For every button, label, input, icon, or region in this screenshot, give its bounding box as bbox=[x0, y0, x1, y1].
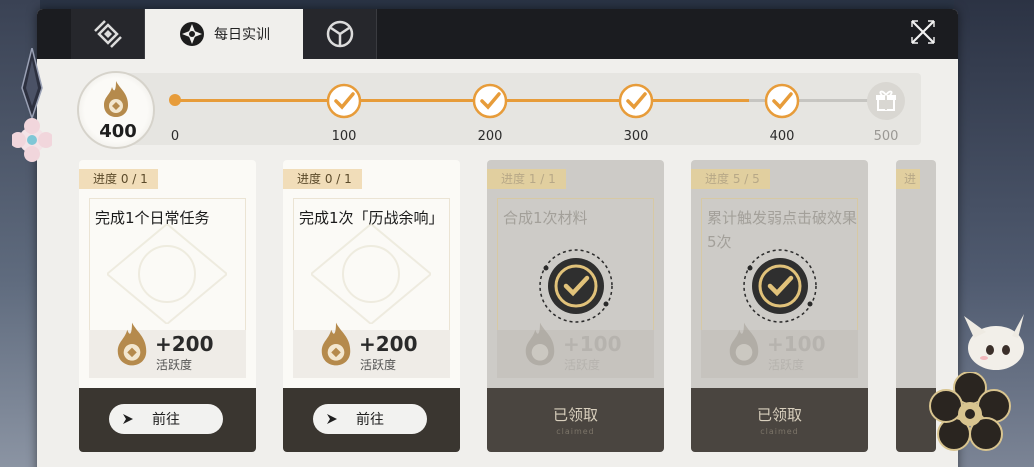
reward-name: 活跃度 bbox=[360, 358, 397, 372]
activity-current-value: 400 bbox=[99, 121, 137, 142]
task-title: 完成1个日常任务 bbox=[95, 209, 210, 227]
reward-amount: +100 bbox=[767, 332, 826, 356]
daily-training-icon bbox=[180, 22, 204, 46]
milestone-300-check bbox=[618, 83, 654, 119]
milestone-label-200: 200 bbox=[477, 129, 503, 144]
gift-icon bbox=[876, 90, 896, 111]
daily-training-panel: 每日实训 400 0 100 200 300 400 500 进度 0 / 1 … bbox=[37, 9, 958, 467]
claimed-button-label: 已领取 bbox=[756, 406, 802, 424]
right-flower-decoration bbox=[928, 371, 1012, 467]
reward-name: 活跃度 bbox=[768, 358, 805, 372]
reward-amount: +200 bbox=[155, 332, 214, 356]
go-button-label: 前往 bbox=[152, 412, 180, 428]
activity-flame-icon bbox=[729, 322, 759, 366]
milestone-label-300: 300 bbox=[623, 129, 649, 144]
milestone-100-check bbox=[326, 83, 362, 119]
tab-bar: 每日实训 bbox=[37, 9, 958, 59]
task-card: 进度 5 / 5 累计触发弱点击破效果5次 +100 活跃度 已领取 claim… bbox=[691, 160, 868, 452]
right-creature-decoration bbox=[960, 308, 1030, 378]
activity-flame-icon bbox=[117, 322, 147, 366]
activity-progress: 400 0 100 200 300 400 500 bbox=[77, 71, 921, 149]
task-card: 进度 0 / 1 完成1个日常任务 +200 活跃度 前往 bbox=[79, 160, 256, 452]
completed-check-icon bbox=[539, 249, 613, 323]
card-footer: 已领取 claimed bbox=[487, 388, 664, 452]
inventory-icon bbox=[93, 20, 122, 48]
progress-badge: 进度 1 / 1 bbox=[487, 169, 566, 189]
task-card: 进度 0 / 1 完成1次「历战余响」 +200 活跃度 前往 bbox=[283, 160, 460, 452]
reward-name: 活跃度 bbox=[564, 358, 601, 372]
go-button-label: 前往 bbox=[356, 412, 384, 428]
card-footer: 前往 bbox=[283, 388, 460, 452]
tab-inventory[interactable] bbox=[71, 9, 145, 59]
task-title: 合成1次材料 bbox=[503, 209, 588, 227]
card-footer: 前往 bbox=[79, 388, 256, 452]
progress-track-fill bbox=[175, 99, 749, 102]
progress-badge-partial: 进 bbox=[896, 169, 921, 189]
go-button[interactable]: 前往 bbox=[109, 404, 223, 434]
check-circle-icon bbox=[618, 83, 654, 119]
progress-badge: 进度 0 / 1 bbox=[283, 169, 362, 189]
task-card: 进度 1 / 1 合成1次材料 +100 活跃度 已领取 claimed bbox=[487, 160, 664, 452]
milestone-label-500: 500 bbox=[873, 129, 899, 144]
milestone-400-check bbox=[764, 83, 800, 119]
left-ornament bbox=[10, 47, 54, 188]
activity-flame-icon bbox=[104, 81, 128, 117]
task-title: 累计触发弱点击破效果5次 bbox=[707, 209, 858, 251]
activity-flame-icon bbox=[321, 322, 351, 366]
reward-amount: +200 bbox=[359, 332, 418, 356]
progress-badge: 进度 5 / 5 bbox=[691, 169, 770, 189]
milestone-label-0: 0 bbox=[170, 129, 180, 144]
activity-flame-icon bbox=[525, 322, 555, 366]
claimed-sublabel: claimed bbox=[760, 427, 799, 436]
emblem-watermark-icon bbox=[311, 224, 431, 324]
milestone-label-400: 400 bbox=[769, 129, 795, 144]
reward-name: 活跃度 bbox=[156, 358, 193, 372]
tab-label: 每日实训 bbox=[214, 27, 270, 43]
milestone-200-check bbox=[472, 83, 508, 119]
tab-daily-training[interactable]: 每日实训 bbox=[145, 9, 303, 59]
card-footer: 已领取 claimed bbox=[691, 388, 868, 452]
activity-counter: 400 bbox=[77, 71, 155, 149]
target-icon bbox=[326, 20, 353, 48]
check-circle-icon bbox=[764, 83, 800, 119]
task-title: 完成1次「历战余响」 bbox=[299, 209, 444, 227]
progress-start-dot bbox=[169, 94, 181, 106]
milestone-label-100: 100 bbox=[331, 129, 357, 144]
go-button[interactable]: 前往 bbox=[313, 404, 427, 434]
close-icon bbox=[911, 20, 935, 44]
progress-badge: 进度 0 / 1 bbox=[79, 169, 158, 189]
claimed-button-label: 已领取 bbox=[552, 406, 598, 424]
completed-check-icon bbox=[743, 249, 817, 323]
claimed-sublabel: claimed bbox=[556, 427, 595, 436]
milestone-500-gift[interactable] bbox=[867, 82, 905, 120]
close-button[interactable] bbox=[908, 17, 938, 47]
tab-target[interactable] bbox=[303, 9, 377, 59]
check-circle-icon bbox=[472, 83, 508, 119]
check-circle-icon bbox=[326, 83, 362, 119]
reward-amount: +100 bbox=[563, 332, 622, 356]
emblem-watermark-icon bbox=[107, 224, 227, 324]
